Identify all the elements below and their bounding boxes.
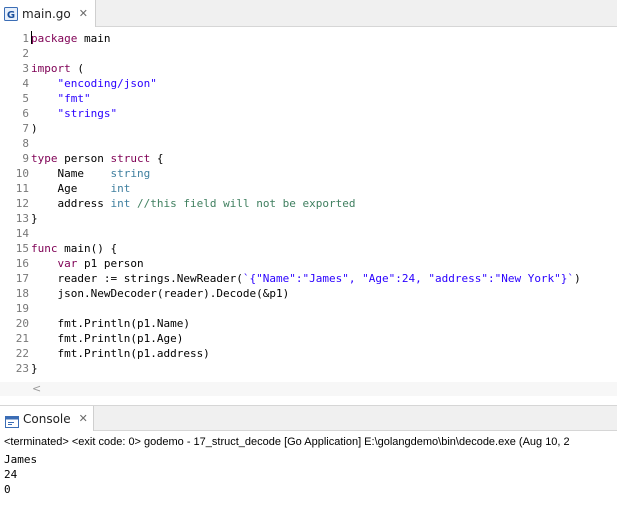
code-line[interactable]: fmt.Println(p1.Name) [31, 316, 190, 331]
type-token: string [110, 167, 151, 180]
keyword-token: package [31, 32, 78, 45]
line-number: 4 [22, 77, 29, 90]
console-status-line: <terminated> <exit code: 0> godemo - 17_… [4, 436, 570, 448]
code-token: main [77, 32, 111, 45]
code-token: Name [31, 167, 111, 180]
code-line[interactable]: import ( [31, 61, 84, 76]
type-token: int [110, 182, 131, 195]
code-token: p1 person [77, 257, 144, 270]
string-token: "encoding/json" [57, 77, 157, 90]
line-number: 16 [15, 257, 29, 270]
line-number: 9 [22, 152, 29, 165]
string-token: "strings" [57, 107, 118, 120]
code-line[interactable]: "encoding/json" [31, 76, 157, 91]
code-token: ) [574, 272, 581, 285]
code-line[interactable]: "strings" [31, 106, 118, 121]
line-number: 2 [22, 47, 29, 60]
svg-text:G: G [7, 10, 15, 21]
line-number: 15 [15, 242, 29, 255]
console-output-line: James [4, 453, 38, 466]
console-close-icon[interactable]: ✕ [79, 412, 88, 425]
console-output-line: 24 [4, 468, 18, 481]
code-line[interactable]: "fmt" [31, 91, 91, 106]
keyword-token: struct [110, 152, 151, 165]
code-line[interactable]: package main [31, 31, 110, 46]
code-token: Age [31, 182, 111, 195]
editor-tab-bar: G main.go ✕ [0, 0, 617, 27]
line-number: 23 [15, 362, 29, 375]
line-number: 3 [22, 62, 29, 75]
line-number: 11 [15, 182, 29, 195]
line-number: 8 [22, 137, 29, 150]
line-number: 18 [15, 287, 29, 300]
code-editor[interactable]: 1 package main 2 3 import (4 "encoding/json"… [0, 27, 617, 385]
console-output-line: 0 [4, 483, 11, 496]
tab-main-go[interactable]: G main.go ✕ [0, 0, 96, 27]
code-line[interactable]: fmt.Println(p1.address) [31, 346, 210, 361]
code-line[interactable]: reader := strings.NewReader(`{"Name":"Ja… [31, 271, 581, 286]
line-number: 13 [15, 212, 29, 225]
go-file-icon: G [4, 6, 18, 21]
console-tab-bar: Console ✕ [0, 405, 617, 431]
keyword-token: func [31, 242, 58, 255]
code-token: } [31, 362, 38, 375]
code-line[interactable]: } [31, 211, 38, 226]
code-token: } [31, 212, 38, 225]
code-line[interactable]: address int //this field will not be exp… [31, 196, 356, 211]
code-line[interactable]: var p1 person [31, 256, 144, 271]
line-number: 7 [22, 122, 29, 135]
code-line[interactable]: fmt.Println(p1.Age) [31, 331, 183, 346]
line-number: 20 [15, 317, 29, 330]
line-number: 5 [22, 92, 29, 105]
line-number: 6 [22, 107, 29, 120]
line-number: 17 [15, 272, 29, 285]
tab-close-icon[interactable]: ✕ [79, 7, 88, 20]
keyword-token: import [31, 62, 71, 75]
code-line[interactable]: } [31, 361, 38, 376]
keyword-token: type [31, 152, 58, 165]
line-number: 12 [15, 197, 29, 210]
scroll-left-arrow-icon[interactable]: < [32, 382, 41, 396]
code-line[interactable]: json.NewDecoder(reader).Decode(&p1) [31, 286, 289, 301]
line-number: 19 [15, 302, 29, 315]
keyword-token: var [57, 257, 78, 270]
code-token: fmt.Println(p1.Age) [31, 332, 184, 345]
code-token: ) [31, 122, 38, 135]
code-line[interactable]: ) [31, 121, 38, 136]
code-line[interactable]: func main() { [31, 241, 117, 256]
code-token: main() { [57, 242, 118, 255]
code-token: ( [70, 62, 84, 75]
code-line[interactable]: Name string [31, 166, 150, 181]
type-token: int [110, 197, 131, 210]
code-token: json.NewDecoder(reader).Decode(&p1) [31, 287, 290, 300]
tab-console[interactable]: Console ✕ [0, 406, 94, 431]
code-token: reader := strings.NewReader( [31, 272, 243, 285]
comment-token: //this field will not be exported [136, 197, 356, 210]
line-number: 22 [15, 347, 29, 360]
code-token: { [150, 152, 164, 165]
code-token: address [31, 197, 111, 210]
code-line[interactable]: type person struct { [31, 151, 163, 166]
code-token: person [57, 152, 111, 165]
code-line[interactable]: Age int [31, 181, 130, 196]
line-number: 10 [15, 167, 29, 180]
code-token: fmt.Println(p1.address) [31, 347, 210, 360]
horizontal-scrollbar[interactable]: < [0, 382, 617, 396]
tab-label: main.go [22, 6, 71, 21]
line-number: 1 [22, 32, 29, 45]
line-number: 14 [15, 227, 29, 240]
string-token: "fmt" [57, 92, 91, 105]
code-token: fmt.Println(p1.Name) [31, 317, 190, 330]
console-icon [5, 413, 19, 428]
line-number: 21 [15, 332, 29, 345]
string-token: `{"Name":"James", "Age":24, "address":"N… [242, 272, 575, 285]
console-tab-label: Console [23, 411, 71, 426]
